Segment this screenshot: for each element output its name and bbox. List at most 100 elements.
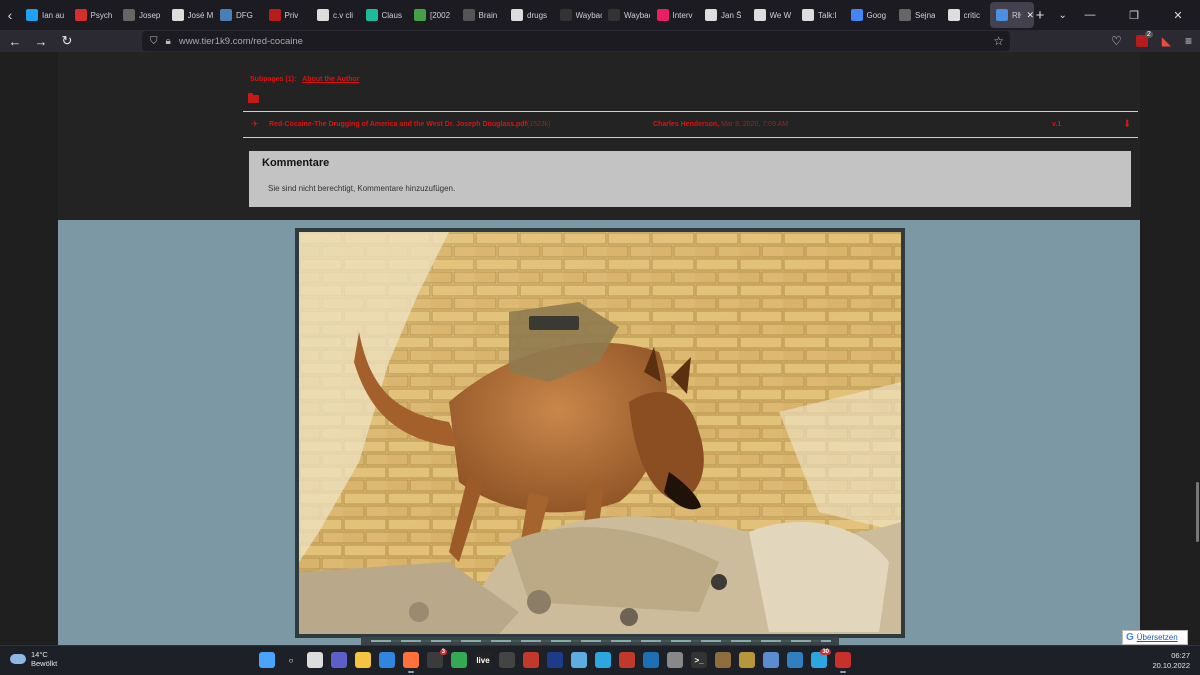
browser-tab[interactable]: DFG [214,2,262,28]
mail-icon[interactable] [571,652,587,668]
url-text[interactable]: www.tier1k9.com/red-cocaine [179,36,303,47]
bookmark-icon [462,9,475,21]
file-link[interactable]: Red-Cocaine-The Drugging of America and … [269,121,551,128]
browser-tab[interactable]: José M [166,2,214,28]
browser-tab[interactable]: drugs [505,2,553,28]
browser-tab[interactable]: Claus [360,2,408,28]
google-translate-icon: G [1126,632,1134,643]
download-icon[interactable]: ⬇ [1123,119,1131,130]
page-scrollbar[interactable] [1196,482,1199,542]
new-tab-button[interactable]: + [1036,7,1045,24]
site-icon [656,9,669,21]
browser-tab[interactable]: Jan Š [699,2,747,28]
bookmark-star-icon[interactable]: ☆ [993,34,1004,48]
firefox-icon[interactable] [403,652,419,673]
app-icon[interactable] [643,652,659,668]
translate-link[interactable]: Übersetzen [1137,633,1178,642]
meet-icon[interactable] [331,652,347,668]
browser-tab[interactable]: Josep [117,2,165,28]
browser-tab[interactable]: c.v cli [311,2,359,28]
file-explorer-icon[interactable] [355,652,371,668]
terminal-icon[interactable]: >_ [691,652,707,668]
clock-time: 06:27 [1171,651,1190,660]
pocket-icon[interactable]: ♡ [1111,34,1122,48]
browser-tab[interactable]: Interv [651,2,699,28]
clock[interactable]: 06:27 20.10.2022 [1152,651,1190,671]
tab-label: Psych [90,10,113,20]
tab-label: critic [963,10,980,20]
task-view-icon[interactable] [307,652,323,668]
browser-tab[interactable]: We W [748,2,796,28]
tab-list-chevron-icon[interactable]: ⌄ [1058,10,1066,21]
rg-icon [365,9,378,21]
photos-icon[interactable] [787,652,803,668]
tab-label: Ian au [42,10,65,20]
google-icon [317,9,329,21]
windows-start-icon[interactable] [259,652,275,668]
powershell-icon[interactable] [547,652,563,668]
extension-flag-icon[interactable]: ◣ [1162,34,1171,48]
camera-icon[interactable] [499,652,515,668]
tab-label: Wayback [575,10,602,20]
folder-icon[interactable] [248,93,259,103]
document-icon [899,9,911,21]
subpages-label: Subpages (1): [250,76,297,83]
browser-tab[interactable]: critic [942,2,990,28]
tab-label: c.v cli [333,10,353,20]
document-icon[interactable] [763,652,779,668]
weather-widget[interactable]: 14°C Bewölkt [10,650,57,668]
shield-icon[interactable]: ⛉ [150,36,158,47]
close-window-button[interactable]: ✕ [1156,0,1200,30]
link-icon [123,9,135,21]
translate-widget[interactable]: G Übersetzen [1122,630,1188,645]
translate-icon [850,9,863,21]
chrome-icon[interactable] [451,652,467,668]
pdf-reader-icon[interactable] [523,652,539,668]
snip-icon[interactable] [835,652,851,673]
browser-tab[interactable]: Priv [263,2,311,28]
wayback-icon [608,9,620,21]
tab-label: Sejna [915,10,936,20]
browser-tab[interactable]: Psych [69,2,117,28]
tab-scroll-left-button[interactable]: ‹ [0,0,20,30]
vm-icon[interactable] [667,652,683,668]
subpage-link-about-author[interactable]: About the Author [302,76,359,83]
browser-tab[interactable]: Goog [845,2,893,28]
defender-icon[interactable] [379,652,395,668]
notes-icon[interactable] [739,652,755,668]
address-bar[interactable]: ⛉ 🔒︎ www.tier1k9.com/red-cocaine ☆ [142,31,1010,51]
restore-button[interactable]: ❐ [1112,0,1156,30]
image-carousel-strip[interactable] [361,637,839,645]
file-author[interactable]: Charles Henderson, Mar 8, 2020, 7:09 AM [653,121,788,128]
voice-icon[interactable] [619,652,635,668]
browser-tab[interactable]: [2002 [408,2,456,28]
menu-icon[interactable]: ≡ [1185,34,1192,48]
books-icon[interactable] [715,652,731,668]
extension-icon[interactable]: 2 [1135,31,1153,47]
browser-tab[interactable]: Sejna [893,2,941,28]
wikipedia-icon [705,9,717,21]
browser-tab[interactable]: Wayback [602,2,650,28]
telegram-icon[interactable] [595,652,611,668]
weather-temp: 14°C [31,650,48,659]
weather-desc: Bewölkt [31,659,58,668]
file-version[interactable]: v.1 [1052,121,1061,128]
browser-tab[interactable]: Ian au [20,2,68,28]
lock-icon[interactable]: 🔒︎ [166,36,171,47]
browser-tab[interactable]: Wayback [554,2,602,28]
search-icon[interactable]: ○ [283,652,299,668]
tab-label: Talk:I [818,10,837,20]
browser-tab[interactable]: Brain [457,2,505,28]
tab-scroll-right-button[interactable]: › [1018,9,1022,21]
reload-button[interactable]: ↻ [54,30,80,52]
telegram-desktop-icon[interactable]: 30 [811,649,831,668]
minimize-button[interactable]: — [1068,0,1112,30]
forward-button[interactable]: → [28,30,54,52]
tab-label: Wayback [624,10,650,20]
back-button[interactable]: ← [2,30,28,52]
tab-list: Ian au Psych Josep José M DFG Priv c.v cli Clau… [20,0,1035,30]
wayback-icon [559,9,572,21]
telegram-alt-icon[interactable]: 3 [427,649,447,668]
live-icon[interactable]: live [475,652,491,668]
browser-tab[interactable]: Talk:I [796,2,844,28]
